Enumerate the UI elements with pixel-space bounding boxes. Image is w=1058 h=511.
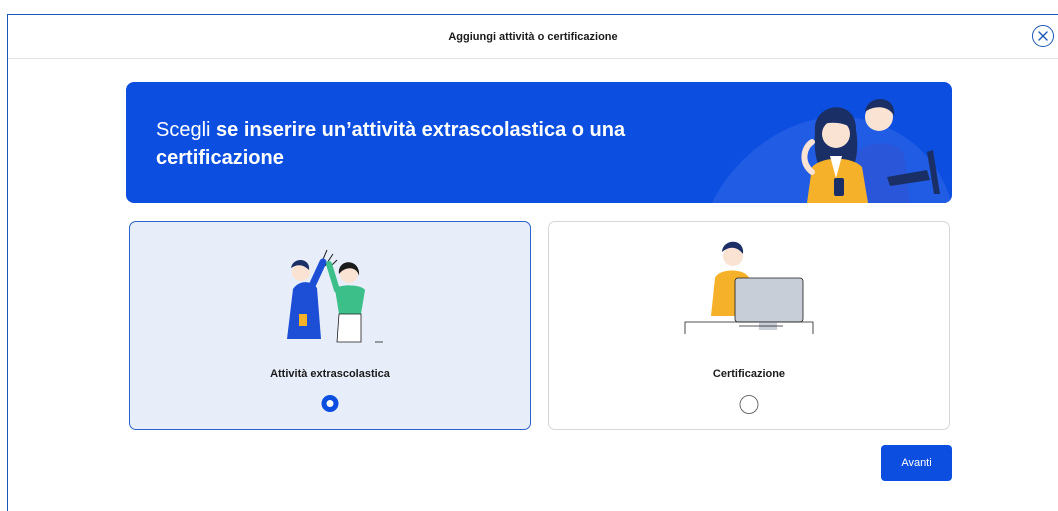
close-icon bbox=[1038, 31, 1048, 41]
modal-header: Aggiungi attività o certificazione bbox=[8, 15, 1058, 59]
option-attivita-extrascolastica[interactable]: Attività extrascolastica bbox=[129, 221, 531, 430]
banner-heading: Scegli se inserire un’attività extrascol… bbox=[156, 116, 656, 172]
high-five-illustration-icon bbox=[287, 249, 383, 343]
banner-text-bold: se inserire un’attività extrascolastica … bbox=[156, 119, 626, 169]
banner-text-regular: Scegli bbox=[156, 119, 217, 141]
hero-banner: Scegli se inserire un’attività extrascol… bbox=[126, 82, 952, 203]
radio-button-selected[interactable] bbox=[321, 395, 339, 412]
modal-dialog: Aggiungi attività o certificazione Scegl… bbox=[7, 14, 1058, 511]
computer-user-illustration-icon bbox=[684, 241, 814, 334]
close-button[interactable] bbox=[1032, 25, 1054, 47]
next-button[interactable]: Avanti bbox=[881, 445, 952, 481]
option-label: Certificazione bbox=[712, 368, 786, 380]
students-illustration-icon bbox=[712, 98, 952, 203]
modal-title: Aggiungi attività o certificazione bbox=[448, 30, 618, 43]
radio-button-unselected[interactable] bbox=[739, 395, 759, 414]
option-certificazione[interactable]: Certificazione bbox=[548, 221, 950, 430]
option-label: Attività extrascolastica bbox=[270, 368, 390, 380]
